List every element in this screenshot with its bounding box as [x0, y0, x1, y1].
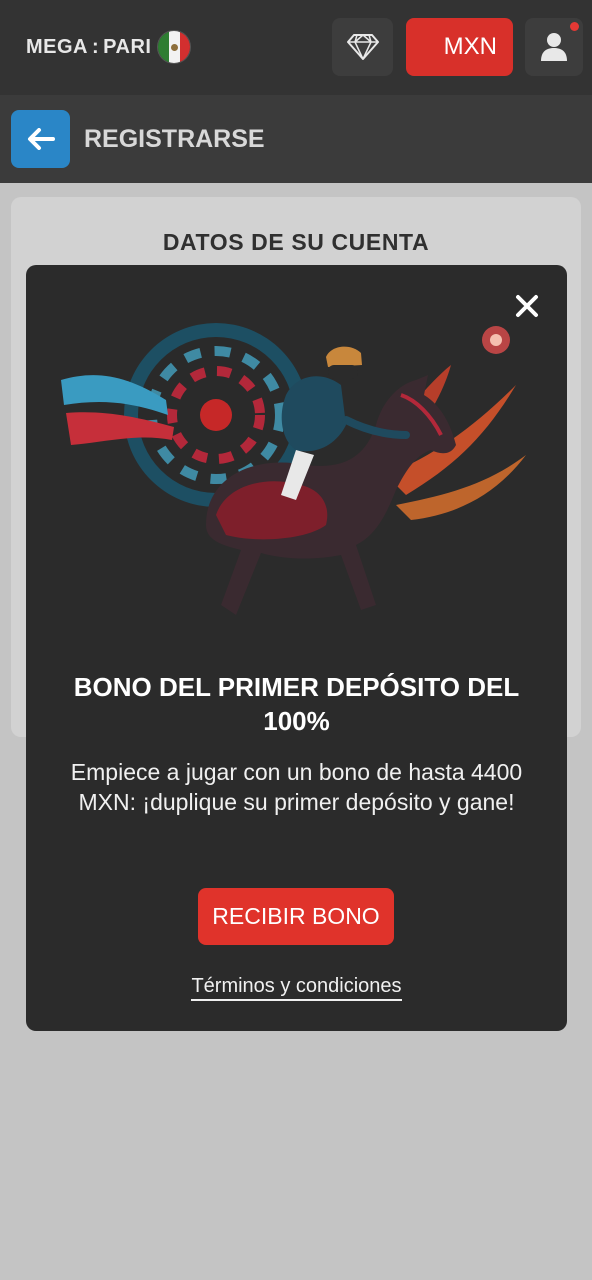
- back-button[interactable]: [11, 110, 70, 168]
- logo-separator: :: [92, 35, 100, 58]
- user-icon: [541, 33, 567, 61]
- top-header: MEGA : PARI MXN: [0, 0, 592, 95]
- vip-diamond-button[interactable]: [332, 18, 393, 76]
- brand-logo[interactable]: MEGA : PARI: [26, 30, 192, 64]
- receive-bonus-button[interactable]: RECIBIR BONO: [198, 888, 394, 945]
- currency-label: MXN: [443, 33, 497, 60]
- logo-text-right: PARI: [103, 35, 152, 58]
- bonus-description: Empiece a jugar con un bono de hasta 440…: [70, 759, 523, 815]
- horse-racing-illustration: [61, 323, 526, 615]
- notification-dot: [570, 22, 579, 31]
- terms-container: Términos y condiciones: [26, 975, 567, 1001]
- user-account-button[interactable]: [525, 18, 583, 76]
- diamond-icon: [346, 34, 379, 60]
- bonus-title: BONO DEL PRIMER DEPÓSITO DEL 100%: [73, 672, 520, 736]
- bonus-modal: BONO DEL PRIMER DEPÓSITO DEL 100% Empiec…: [26, 265, 567, 1031]
- terms-link[interactable]: Términos y condiciones: [191, 975, 402, 1001]
- currency-button[interactable]: MXN: [406, 18, 513, 76]
- logo-text-left: MEGA: [26, 35, 88, 58]
- arrow-left-icon: [27, 128, 55, 150]
- mexico-flag-icon: [157, 30, 192, 64]
- card-title: DATOS DE SU CUENTA: [162, 229, 430, 255]
- page-title: REGISTRARSE: [84, 125, 265, 153]
- page-subheader: REGISTRARSE: [0, 95, 592, 183]
